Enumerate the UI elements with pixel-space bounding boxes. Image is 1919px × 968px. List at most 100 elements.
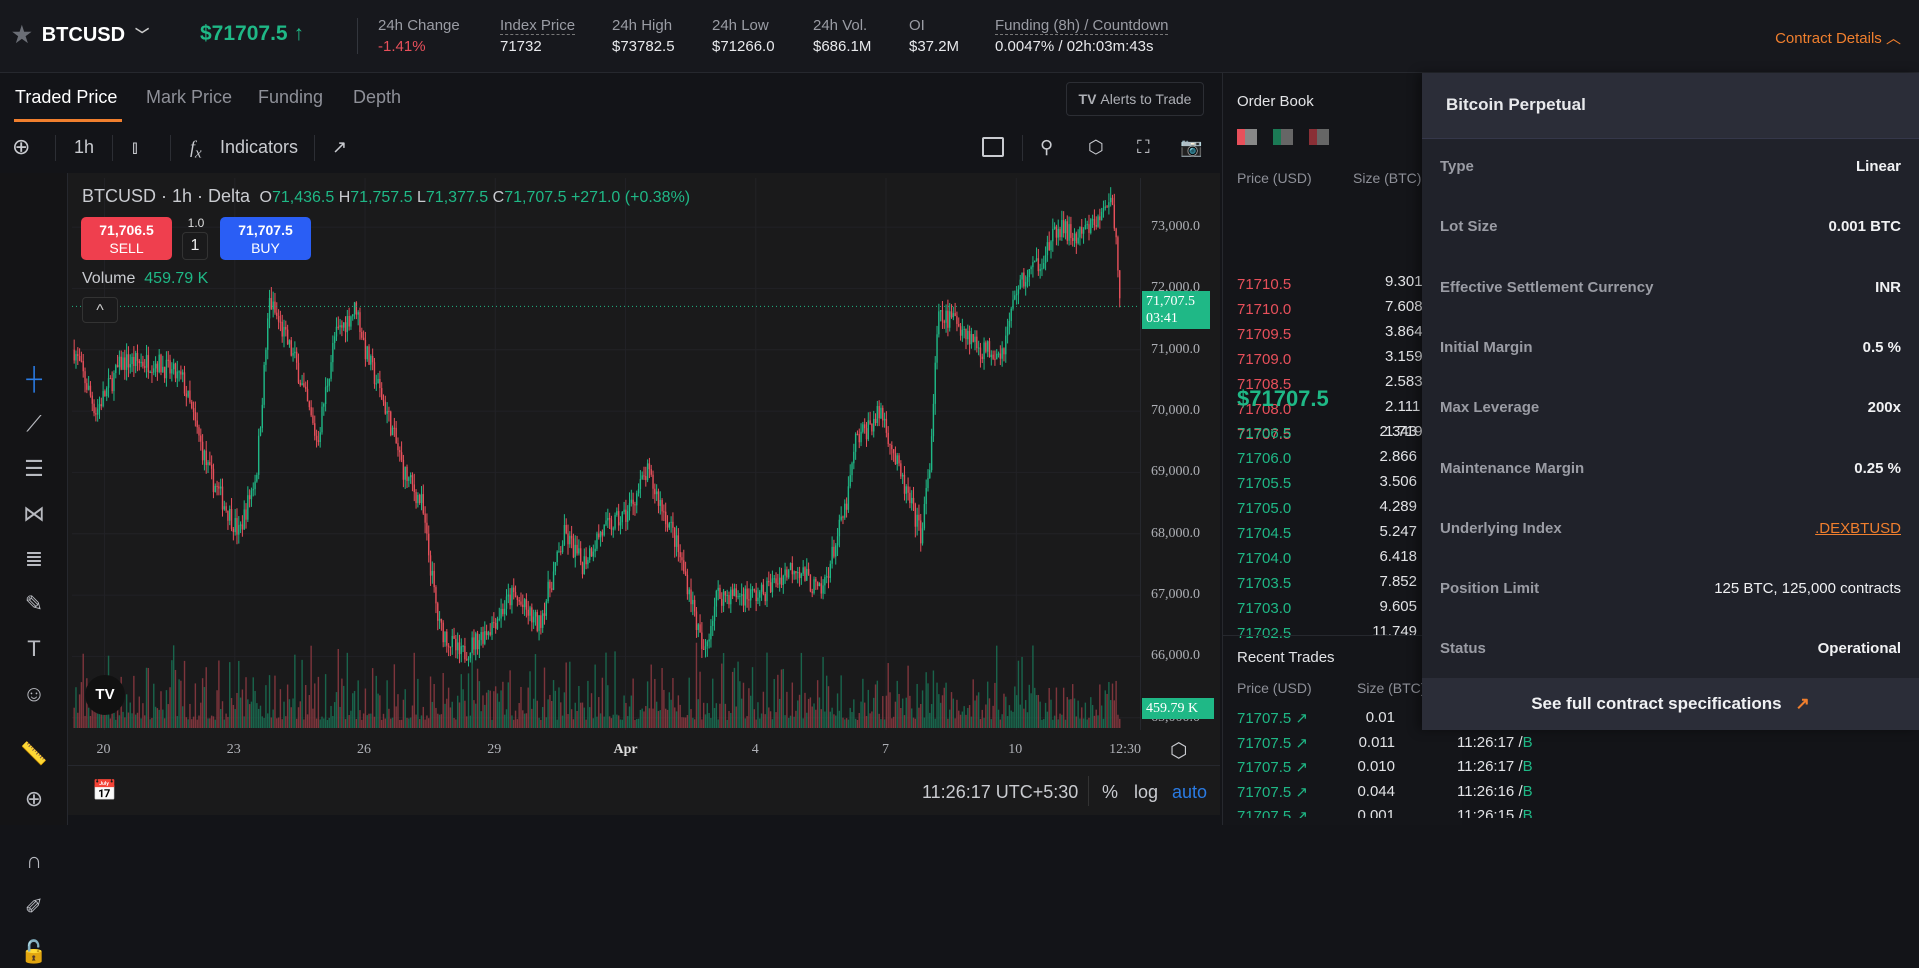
crosshair-icon[interactable]: ┼ <box>18 363 50 395</box>
stat-6[interactable]: Funding (8h) / Countdown 0.0047% / 02h:03… <box>995 17 1169 55</box>
volume-bar <box>124 717 126 728</box>
volume-bar <box>225 713 227 728</box>
tab-funding[interactable]: Funding <box>258 87 323 108</box>
volume-bar <box>983 717 985 728</box>
volume-bar <box>460 674 462 728</box>
quantity-input[interactable]: 1 <box>182 232 208 260</box>
sell-button[interactable]: 71,706.5 SELL <box>81 217 172 260</box>
stat-value: 0.0047% / 02h:03m:43s <box>995 38 1154 55</box>
volume-bar <box>418 719 421 728</box>
layout-icon[interactable] <box>982 137 1004 157</box>
candle <box>605 520 607 525</box>
volume-bar <box>896 680 898 728</box>
candle <box>697 624 699 630</box>
candle <box>617 511 620 526</box>
symbol-selector[interactable]: ★ BTCUSD ﹀ <box>12 22 149 48</box>
volume-bar <box>780 669 783 728</box>
candle <box>724 591 727 596</box>
stat-1[interactable]: Index Price 71732 <box>500 17 576 55</box>
volume-bar <box>596 716 598 728</box>
candle <box>346 315 349 333</box>
buy-button[interactable]: 71,707.5 BUY <box>220 217 311 260</box>
candle <box>144 366 146 368</box>
indicators-button[interactable]: Indicators <box>220 137 298 158</box>
candle <box>297 362 300 383</box>
candle <box>958 323 960 327</box>
popout-icon[interactable]: ↗ <box>332 137 347 158</box>
candle <box>1052 228 1054 242</box>
percent-toggle[interactable]: % <box>1102 782 1118 803</box>
volume-bar <box>192 716 195 728</box>
volume-bar <box>927 683 929 728</box>
clock-time[interactable]: 11:26:17 UTC+5:30 <box>922 782 1078 803</box>
volume-bar <box>1113 700 1116 728</box>
ruler-icon[interactable]: 📏 <box>18 738 50 770</box>
volume-bar <box>361 719 363 728</box>
stat-value: 71732 <box>500 38 542 55</box>
underlying-index-link[interactable]: .DEXBTUSD <box>1815 520 1901 537</box>
candle <box>451 635 453 648</box>
volume-bar <box>807 698 810 728</box>
magnet-icon[interactable]: ∩ <box>18 845 50 877</box>
volume-bar <box>545 717 548 728</box>
candle <box>176 371 178 379</box>
see-full-specs-link[interactable]: See full contract specifications ↗ <box>1422 678 1919 730</box>
add-symbol-icon[interactable]: ⊕ <box>12 134 30 160</box>
emoji-icon[interactable]: ☺ <box>18 678 50 710</box>
candle <box>404 466 406 480</box>
candle <box>825 576 828 578</box>
volume-bar <box>938 694 940 728</box>
volume-bar <box>565 662 567 728</box>
settings-hexagon-icon[interactable]: ⬡ <box>1088 137 1104 158</box>
candle-type-icon[interactable]: ⫾ <box>132 137 138 158</box>
price-chart[interactable] <box>72 178 1140 730</box>
tab-mark-price[interactable]: Mark Price <box>146 87 232 108</box>
candle <box>335 326 338 337</box>
collapse-legend-button[interactable]: ^ <box>82 297 118 323</box>
text-icon[interactable]: T <box>18 633 50 665</box>
alerts-to-trade-button[interactable]: TV Alerts to Trade <box>1066 82 1204 116</box>
tab-traded-price[interactable]: Traded Price <box>15 87 117 108</box>
volume-bar <box>221 701 224 728</box>
volume-bar <box>1081 707 1083 728</box>
go-to-date-icon[interactable]: 📅 <box>92 778 117 803</box>
fullscreen-icon[interactable]: ⛶ <box>1137 137 1150 158</box>
candle <box>187 390 189 397</box>
volume-bar <box>1046 711 1049 728</box>
camera-icon[interactable]: 📷 <box>1180 137 1202 158</box>
pattern-icon[interactable]: ⋈ <box>18 498 50 530</box>
lock-drawing-icon[interactable]: ✐ <box>18 891 50 923</box>
tab-depth[interactable]: Depth <box>353 87 401 108</box>
volume-bar <box>411 705 414 728</box>
volume-bar <box>314 683 316 728</box>
volume-bar <box>326 719 329 728</box>
fib-icon[interactable]: ≣ <box>18 543 50 575</box>
volume-bar <box>583 707 585 728</box>
volume-bar <box>976 695 978 728</box>
candle <box>996 353 998 360</box>
volume-bar <box>963 706 965 728</box>
volume-bar <box>891 718 893 728</box>
brush-icon[interactable]: ✎ <box>18 588 50 620</box>
axis-settings-icon[interactable]: ⬡ <box>1170 738 1187 763</box>
volume-bar <box>697 699 699 728</box>
log-toggle[interactable]: log <box>1134 782 1158 803</box>
volume-bar <box>1003 693 1005 728</box>
quick-search-icon[interactable]: ⚲ <box>1040 137 1053 158</box>
volume-bar <box>257 708 260 728</box>
unlock-icon[interactable]: 🔓 <box>18 936 50 968</box>
interval-button[interactable]: 1h <box>74 137 94 158</box>
star-icon[interactable]: ★ <box>12 22 32 48</box>
zoom-in-icon[interactable]: ⊕ <box>18 783 50 815</box>
candle <box>522 604 524 608</box>
candle <box>851 463 853 476</box>
candle <box>469 652 472 659</box>
auto-toggle[interactable]: auto <box>1172 782 1207 803</box>
contract-details-toggle[interactable]: Contract Details ︿ <box>1775 27 1901 48</box>
price-axis[interactable]: 73,000.0 72,000.0 71,000.0 70,000.0 69,000.0… <box>1140 178 1220 730</box>
trend-line-icon[interactable]: ⟋ <box>18 408 50 440</box>
candle <box>158 354 160 372</box>
candle <box>321 406 323 433</box>
tradingview-logo[interactable]: TV <box>85 675 125 715</box>
horizontal-lines-icon[interactable]: ☰ <box>18 453 50 485</box>
